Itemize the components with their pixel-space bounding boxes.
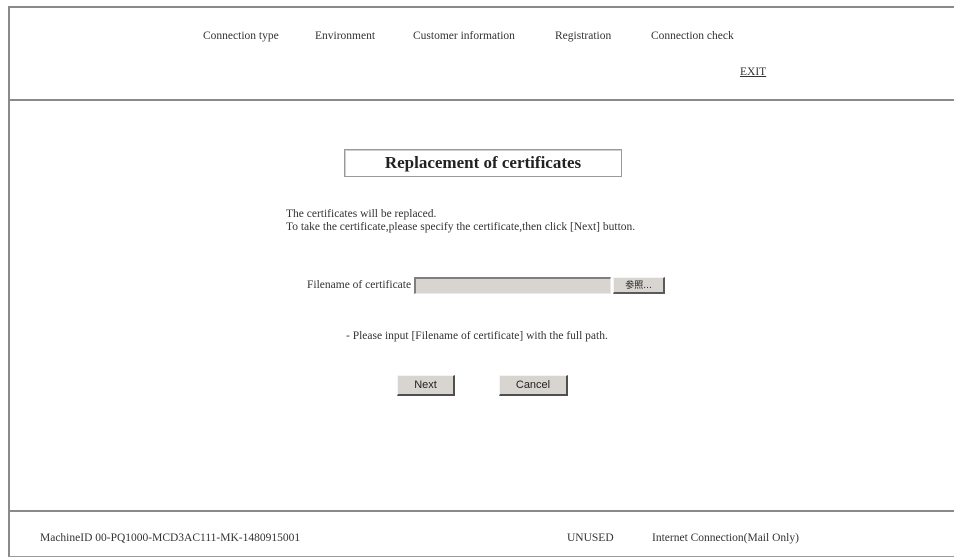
browse-button[interactable]: 参照...	[613, 276, 666, 294]
nav-connection-type[interactable]: Connection type	[203, 30, 279, 42]
description: The certificates will be replaced. To ta…	[286, 208, 635, 234]
cancel-button[interactable]: Cancel	[499, 375, 568, 396]
next-button[interactable]: Next	[397, 375, 455, 396]
nav-customer-information[interactable]: Customer information	[413, 30, 515, 42]
footer-divider	[10, 510, 954, 512]
instruction-note: - Please input [Filename of certificate]…	[346, 330, 608, 342]
machine-id: MachineID 00-PQ1000-MCD3AC111-MK-1480915…	[40, 532, 301, 544]
status-text: UNUSED	[567, 532, 614, 544]
certificate-file-row: Filename of certificate 参照...	[307, 276, 666, 294]
certificate-file-input[interactable]	[414, 276, 612, 294]
header-divider	[10, 99, 954, 101]
nav-connection-check[interactable]: Connection check	[651, 30, 734, 42]
certificate-file-label: Filename of certificate	[307, 279, 412, 291]
exit-link[interactable]: EXIT	[740, 66, 766, 78]
nav-environment[interactable]: Environment	[315, 30, 375, 42]
header: Connection type Environment Customer inf…	[10, 8, 954, 100]
nav-registration[interactable]: Registration	[555, 30, 611, 42]
description-line-2: To take the certificate,please specify t…	[286, 221, 636, 233]
connection-type-text: Internet Connection(Mail Only)	[652, 532, 799, 544]
page-title: Replacement of certificates	[344, 149, 622, 177]
description-line-1: The certificates will be replaced.	[286, 208, 437, 220]
